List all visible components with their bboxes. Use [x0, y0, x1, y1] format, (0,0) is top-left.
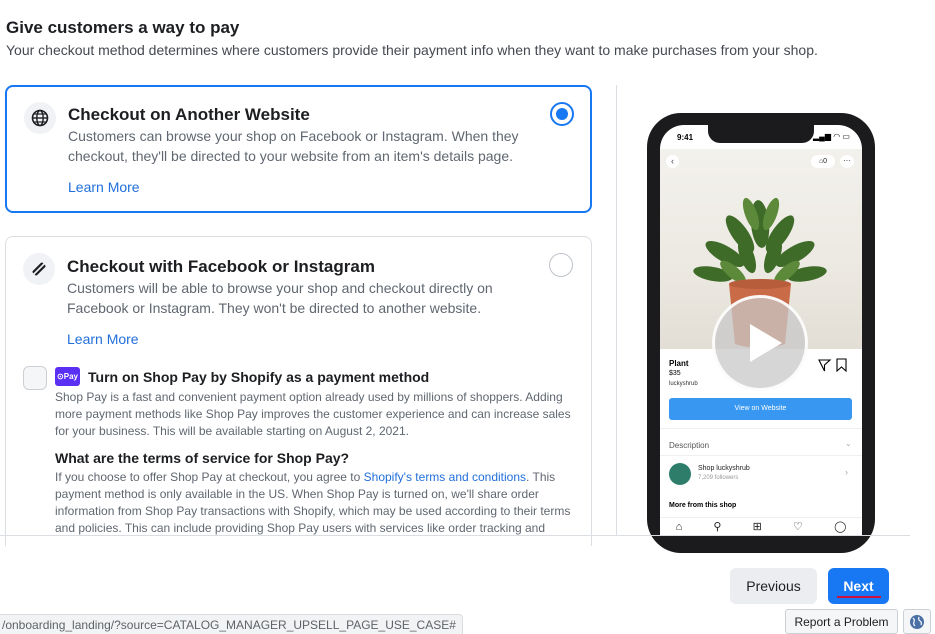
product-shop-handle: luckyshrub: [669, 381, 698, 387]
phone-tab-bar: ⌂ ⚲ ⊞ ♡ ◯: [660, 517, 862, 535]
radio-unselected[interactable]: [549, 253, 573, 277]
option-title: Checkout with Facebook or Instagram: [67, 257, 375, 276]
shop-followers: 7,209 followers: [698, 475, 739, 481]
shop-pay-title: Turn on Shop Pay by Shopify as a payment…: [88, 369, 430, 385]
option-card-facebook-instagram[interactable]: Checkout with Facebook or Instagram Cust…: [5, 236, 592, 546]
separator: [660, 428, 862, 429]
view-on-website-button[interactable]: View on Website: [669, 398, 852, 420]
option-card-another-website[interactable]: Checkout on Another Website Customers ca…: [5, 85, 592, 213]
next-button[interactable]: Next: [828, 568, 889, 604]
page-title: Give customers a way to pay: [6, 18, 240, 37]
description-label: Description: [669, 441, 710, 450]
footer-divider: [0, 535, 910, 536]
shop-pay-checkbox[interactable]: [23, 366, 47, 390]
home-icon: ⌂: [675, 520, 683, 533]
shop-pay-logo: ⊙Pay: [55, 367, 80, 386]
option-title: Checkout on Another Website: [68, 105, 310, 124]
share-save-icons: [818, 358, 848, 375]
next-button-underline: [837, 596, 881, 598]
add-icon: ⊞: [752, 521, 762, 533]
terms-title: What are the terms of service for Shop P…: [55, 450, 350, 466]
shop-avatar: [669, 463, 691, 485]
shop-pay-description: Shop Pay is a fast and convenient paymen…: [55, 390, 571, 438]
tag-icon: [23, 253, 55, 285]
report-problem-button[interactable]: Report a Problem: [785, 609, 898, 634]
shop-name: Shop luckyshrub: [698, 465, 750, 472]
terms-link[interactable]: Shopify's terms and conditions: [364, 470, 526, 484]
status-bar-url: /onboarding_landing/?source=CATALOG_MANA…: [0, 614, 463, 634]
globe-icon: [24, 102, 56, 134]
previous-button[interactable]: Previous: [730, 568, 817, 604]
page-header: Give customers a way to pay: [6, 18, 239, 38]
phone-status-icons: ▂▄▆ ◠ ▭: [813, 132, 850, 141]
product-name: Plant: [669, 359, 689, 368]
back-icon[interactable]: ‹: [666, 155, 679, 168]
more-from-shop-label: More from this shop: [669, 502, 737, 509]
phone-notch: [708, 125, 814, 143]
radio-selected[interactable]: [550, 102, 574, 126]
more-icon[interactable]: ···: [840, 155, 854, 168]
vertical-divider: [616, 85, 617, 535]
play-video-icon[interactable]: [712, 295, 808, 391]
phone-time: 9:41: [677, 133, 694, 142]
profile-icon: ◯: [834, 521, 847, 533]
terms-text-before: If you choose to offer Shop Pay at check…: [55, 470, 364, 484]
learn-more-link[interactable]: Learn More: [68, 179, 140, 195]
language-globe-icon[interactable]: [903, 609, 931, 634]
page-subtitle: Your checkout method determines where cu…: [6, 42, 818, 58]
chevron-down-icon: ⌄: [845, 439, 852, 448]
search-icon: ⚲: [713, 521, 722, 533]
cart-icon[interactable]: ⌂0: [811, 155, 835, 168]
chevron-right-icon: ›: [845, 467, 848, 477]
phone-screen: 9:41 ▂▄▆ ◠ ▭ ‹ ⌂0 ··· Plant $35 luckyshr…: [660, 125, 862, 535]
learn-more-link[interactable]: Learn More: [67, 331, 139, 347]
product-price: $35: [669, 370, 681, 377]
option-description: Customers can browse your shop on Facebo…: [68, 128, 519, 164]
separator: [660, 455, 862, 456]
option-description: Customers will be able to browse your sh…: [67, 280, 493, 316]
heart-icon: ♡: [793, 521, 803, 533]
terms-text: If you choose to offer Shop Pay at check…: [55, 469, 585, 537]
